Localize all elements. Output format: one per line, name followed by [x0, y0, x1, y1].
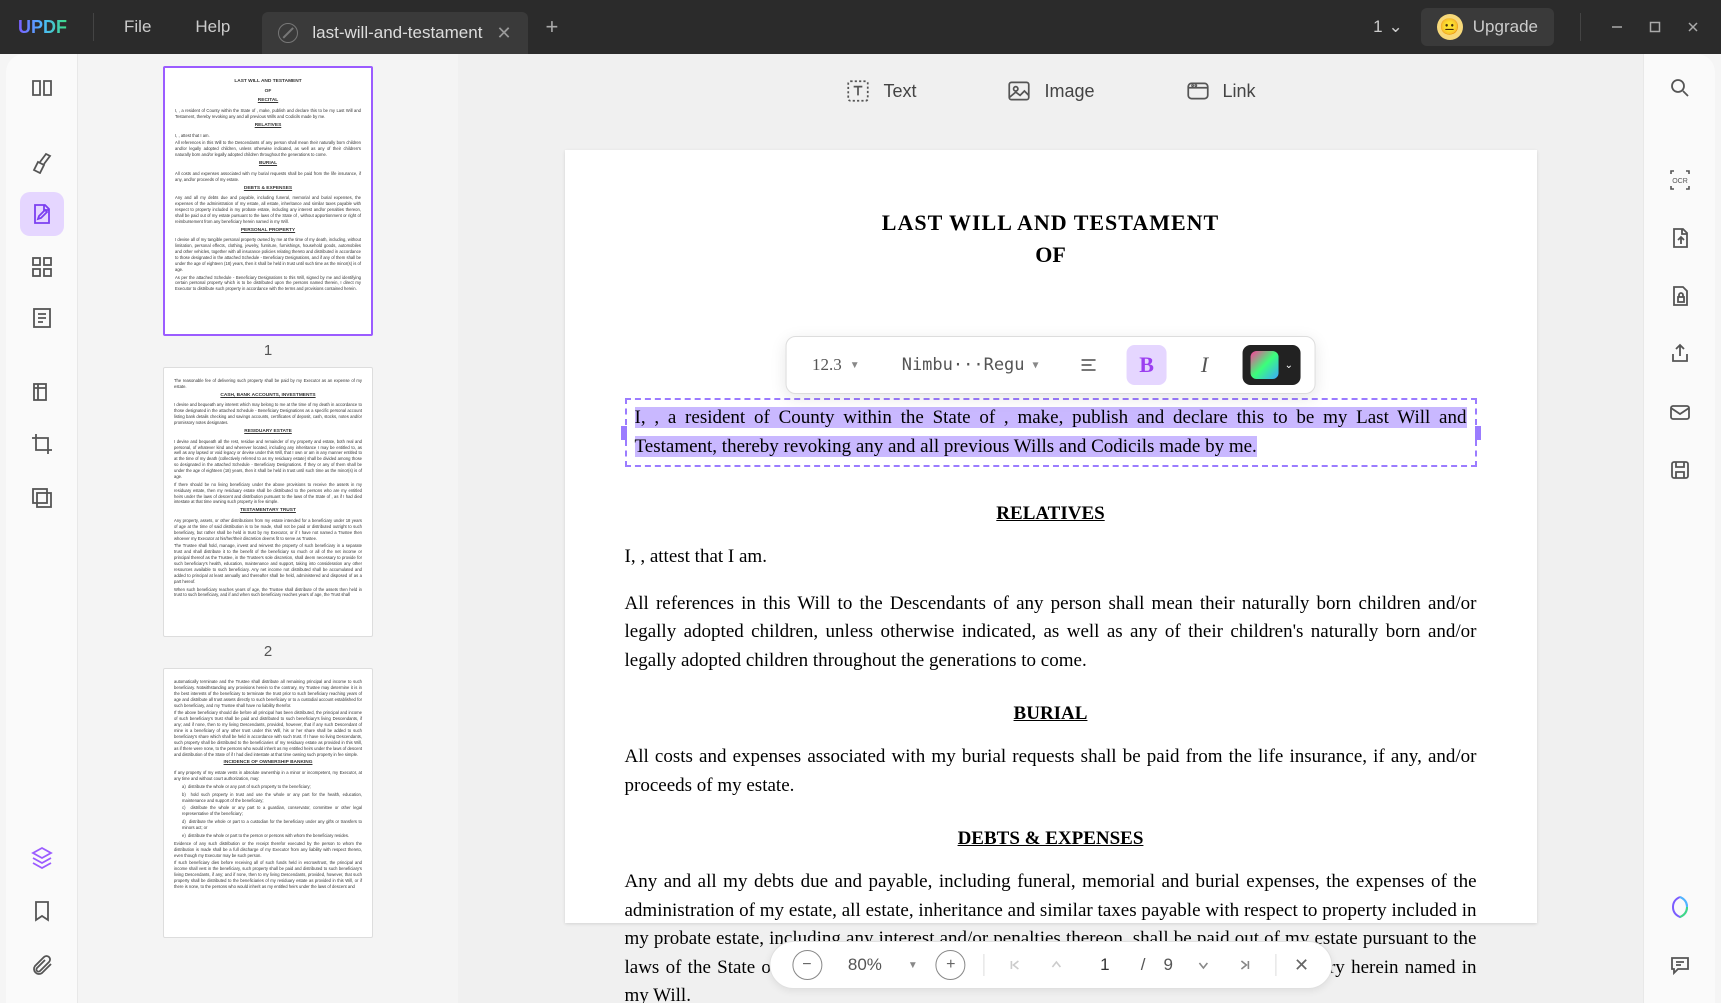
chevron-down-icon: ⌄	[1285, 360, 1293, 371]
new-tab-button[interactable]: +	[546, 14, 559, 40]
fill-sign-tool[interactable]	[20, 370, 64, 414]
zoom-dropdown[interactable]: ▼	[908, 960, 918, 971]
organize-tool[interactable]	[20, 244, 64, 288]
ai-button[interactable]	[1658, 885, 1702, 929]
text-edit-selection[interactable]: I, , a resident of County within the Sta…	[625, 398, 1477, 467]
close-nav-button[interactable]: ✕	[1294, 955, 1309, 976]
layers-tool[interactable]	[20, 835, 64, 879]
text-tool-label: Text	[883, 81, 916, 102]
protect-button[interactable]	[1658, 274, 1702, 318]
font-size-select[interactable]: 12.3 ▼	[800, 349, 872, 381]
font-name-value: Nimbu···Regu	[902, 355, 1025, 375]
text-tool[interactable]: Text	[845, 78, 916, 104]
thumbnail-label-1: 1	[264, 342, 272, 359]
window-minimize-button[interactable]	[1607, 17, 1627, 37]
upgrade-button[interactable]: 😐 Upgrade	[1421, 8, 1554, 46]
attachments-tool[interactable]	[20, 943, 64, 987]
bookmark-tool[interactable]	[20, 889, 64, 933]
chevron-down-icon: ▼	[1033, 360, 1039, 371]
window-maximize-button[interactable]	[1645, 17, 1665, 37]
zoom-out-button[interactable]: −	[792, 950, 822, 980]
thumbnail-panel[interactable]: LAST WILL AND TESTAMENTOFRECITAL I, , a …	[78, 54, 458, 1003]
first-page-button[interactable]	[1003, 953, 1027, 977]
page-input[interactable]	[1087, 955, 1123, 975]
edit-tool[interactable]	[20, 192, 64, 236]
thumbnail-label-2: 2	[264, 643, 272, 660]
separator	[1580, 13, 1581, 41]
page-total: 9	[1164, 955, 1173, 975]
last-page-button[interactable]	[1233, 953, 1257, 977]
page-nav-bar: − 80% ▼ + / 9 ✕	[769, 941, 1332, 989]
next-page-button[interactable]	[1191, 953, 1215, 977]
save-button[interactable]	[1658, 448, 1702, 492]
chevron-down-icon: ▼	[850, 360, 860, 371]
email-button[interactable]	[1658, 390, 1702, 434]
upgrade-label: Upgrade	[1473, 17, 1538, 37]
selected-text[interactable]: I, , a resident of County within the Sta…	[635, 407, 1467, 457]
relatives-p1[interactable]: I, , attest that I am.	[625, 543, 1477, 572]
tab-close-icon[interactable]: ✕	[496, 23, 511, 44]
thumbnail-page-3[interactable]: automatically terminate and the Trustee …	[163, 668, 373, 938]
link-tool[interactable]: Link	[1185, 78, 1256, 104]
text-color-select[interactable]: ⌄	[1243, 345, 1301, 385]
doc-title: LAST WILL AND TESTAMENT	[625, 210, 1477, 236]
export-button[interactable]	[1658, 216, 1702, 260]
open-docs-count[interactable]: 1 ⌄	[1373, 17, 1403, 37]
italic-button[interactable]: I	[1185, 345, 1225, 385]
relatives-heading: RELATIVES	[625, 503, 1477, 525]
window-close-button[interactable]	[1683, 17, 1703, 37]
doc-of: OF	[625, 242, 1477, 268]
image-tool-label: Image	[1044, 81, 1094, 102]
page-sep: /	[1141, 955, 1146, 975]
format-toolbar: 12.3 ▼ Nimbu···Regu ▼ B I ⌄	[785, 336, 1316, 394]
unsaved-icon	[278, 23, 298, 43]
reader-tool[interactable]	[20, 66, 64, 110]
separator	[984, 954, 985, 976]
font-family-select[interactable]: Nimbu···Regu ▼	[890, 349, 1051, 381]
avatar-icon: 😐	[1437, 14, 1463, 40]
burial-p[interactable]: All costs and expenses associated with m…	[625, 743, 1477, 800]
form-tool[interactable]	[20, 296, 64, 340]
thumbnail-page-1[interactable]: LAST WILL AND TESTAMENTOFRECITAL I, , a …	[163, 66, 373, 336]
tab-title: last-will-and-testament	[312, 23, 482, 43]
menu-file[interactable]: File	[102, 0, 173, 54]
zoom-in-button[interactable]: +	[936, 950, 966, 980]
color-swatch-icon	[1251, 351, 1279, 379]
link-tool-label: Link	[1223, 81, 1256, 102]
document-tab[interactable]: last-will-and-testament ✕	[262, 12, 527, 54]
menu-help[interactable]: Help	[173, 0, 252, 54]
separator	[1275, 954, 1276, 976]
prev-page-button[interactable]	[1045, 953, 1069, 977]
svg-text:OCR: OCR	[1672, 178, 1688, 185]
highlight-tool[interactable]	[20, 140, 64, 184]
crop-tool[interactable]	[20, 422, 64, 466]
ocr-button[interactable]: OCR	[1658, 158, 1702, 202]
chevron-down-icon: ⌄	[1389, 17, 1403, 37]
align-button[interactable]	[1069, 345, 1109, 385]
font-size-value: 12.3	[812, 355, 842, 375]
share-button[interactable]	[1658, 332, 1702, 376]
bold-button[interactable]: B	[1127, 345, 1167, 385]
relatives-p2[interactable]: All references in this Will to the Desce…	[625, 590, 1477, 676]
image-tool[interactable]: Image	[1006, 78, 1094, 104]
burial-heading: BURIAL	[625, 703, 1477, 725]
debts-heading: DEBTS & EXPENSES	[625, 828, 1477, 850]
document-page[interactable]: LAST WILL AND TESTAMENT OF 12.3 ▼ Nimbu·…	[565, 150, 1537, 923]
open-count-value: 1	[1373, 17, 1382, 37]
separator	[93, 13, 94, 41]
zoom-value: 80%	[840, 955, 890, 975]
comment-button[interactable]	[1658, 943, 1702, 987]
app-logo: UPDF	[18, 17, 67, 38]
search-button[interactable]	[1658, 66, 1702, 110]
redact-tool[interactable]	[20, 474, 64, 518]
thumbnail-page-2[interactable]: The reasonable fee of delivering such pr…	[163, 367, 373, 637]
